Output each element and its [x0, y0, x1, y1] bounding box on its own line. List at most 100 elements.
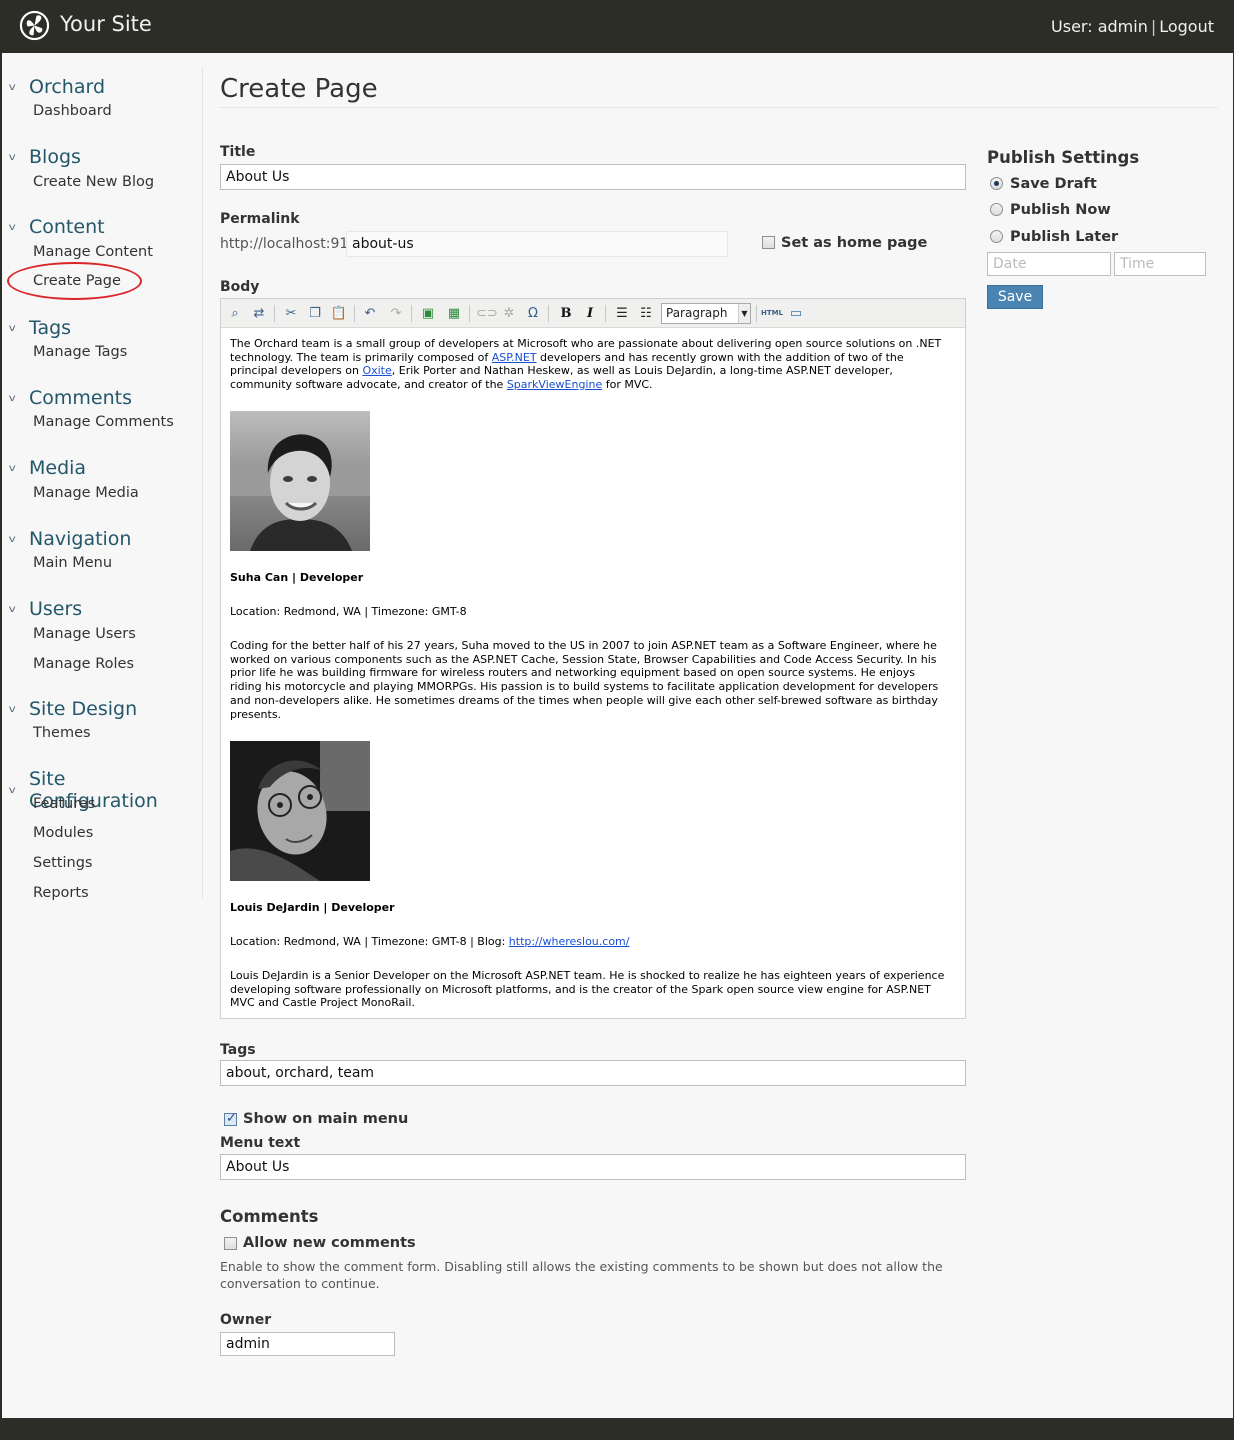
- title-input[interactable]: About Us: [220, 164, 966, 190]
- sidebar-item-manage-content[interactable]: Manage Content: [33, 244, 153, 260]
- sidebar-item-manage-comments[interactable]: Manage Comments: [33, 414, 174, 430]
- top-header: Your Site User: admin | Logout: [0, 0, 1234, 53]
- aspnet-link[interactable]: ASP.NET: [492, 351, 537, 364]
- publish-later-label: Publish Later: [1010, 229, 1119, 245]
- toolbar-separator: [274, 305, 275, 322]
- paste-icon[interactable]: 📋: [330, 305, 348, 322]
- comments-heading: Comments: [220, 1207, 319, 1226]
- bullet-list-icon[interactable]: ☷: [637, 305, 655, 322]
- cut-icon[interactable]: ✂: [282, 305, 300, 322]
- sidebar-item-themes[interactable]: Themes: [33, 725, 91, 741]
- title-divider: [220, 107, 1218, 108]
- sidebar-item-manage-users[interactable]: Manage Users: [33, 626, 136, 642]
- chevron-down-icon: v: [8, 703, 16, 715]
- tags-input[interactable]: about, orchard, team: [220, 1060, 966, 1086]
- nav-section-content: v Content: [9, 216, 105, 238]
- nav-heading[interactable]: v Tags: [8, 317, 71, 339]
- nav-heading[interactable]: v Content: [9, 216, 105, 238]
- nav-heading[interactable]: v Media: [9, 457, 86, 479]
- tags-label: Tags: [220, 1042, 256, 1058]
- format-select[interactable]: Paragraph ▼: [661, 303, 751, 324]
- louis-dejardin-bio: Louis DeJardin is a Senior Developer on …: [230, 969, 945, 1010]
- nav-section-orchard: v Orchard: [8, 76, 105, 98]
- show-on-main-menu-label: Show on main menu: [243, 1111, 409, 1127]
- unlink-icon[interactable]: ✲: [500, 305, 518, 322]
- show-on-main-menu-checkbox[interactable]: [224, 1111, 237, 1126]
- sidebar-item-create-new-blog[interactable]: Create New Blog: [33, 174, 154, 190]
- suha-can-name: Suha Can | Developer: [230, 571, 364, 584]
- replace-icon[interactable]: ⇄: [250, 305, 268, 322]
- permalink-input[interactable]: about-us: [346, 231, 728, 257]
- sidebar-item-dashboard[interactable]: Dashboard: [33, 103, 112, 119]
- save-button[interactable]: Save: [987, 285, 1043, 309]
- permalink-prefix: http://localhost:91/: [220, 236, 353, 252]
- nav-section-media: v Media: [9, 457, 86, 479]
- save-draft-label: Save Draft: [1010, 176, 1097, 192]
- suha-can-bio: Coding for the better half of his 27 yea…: [230, 639, 939, 721]
- nav-heading[interactable]: v Users: [9, 598, 83, 620]
- date-input[interactable]: Date: [987, 252, 1111, 276]
- chevron-down-icon: ▼: [738, 304, 750, 323]
- italic-icon[interactable]: I: [581, 305, 599, 322]
- logout-link[interactable]: Logout: [1159, 17, 1214, 36]
- sidebar-item-manage-roles[interactable]: Manage Roles: [33, 656, 134, 672]
- time-input[interactable]: Time: [1114, 252, 1206, 276]
- publish-now-radio[interactable]: [990, 203, 1003, 216]
- html-source-icon[interactable]: HTML: [761, 305, 783, 322]
- nav-heading[interactable]: v Blogs: [8, 146, 81, 168]
- chevron-down-icon: v: [8, 322, 16, 334]
- editor-toolbar: ⌕ ⇄ ✂ ❐ 📋 ↶ ↷ ▣ ▦ ⊂⊃ ✲ Ω B I ☰ ☷ Paragra…: [221, 299, 965, 328]
- nav-heading[interactable]: v Comments: [9, 387, 132, 409]
- format-select-value: Paragraph: [666, 306, 728, 320]
- home-page-checkbox[interactable]: [762, 236, 775, 249]
- comments-help-text: Enable to show the comment form. Disabli…: [220, 1259, 943, 1291]
- body-label: Body: [220, 279, 260, 295]
- bold-icon[interactable]: B: [557, 305, 575, 322]
- toolbar-separator: [756, 305, 757, 322]
- sidebar-item-features[interactable]: Features: [33, 796, 95, 812]
- sidebar-item-manage-tags[interactable]: Manage Tags: [33, 344, 127, 360]
- find-icon[interactable]: ⌕: [226, 305, 244, 322]
- highlight-circle: [7, 262, 142, 300]
- oxite-link[interactable]: Oxite: [362, 364, 391, 377]
- save-draft-radio[interactable]: [990, 177, 1003, 190]
- nav-heading[interactable]: v Orchard: [8, 76, 105, 98]
- rich-text-editor[interactable]: ⌕ ⇄ ✂ ❐ 📋 ↶ ↷ ▣ ▦ ⊂⊃ ✲ Ω B I ☰ ☷ Paragra…: [220, 298, 966, 1019]
- sparkviewengine-link[interactable]: SparkViewEngine: [507, 378, 602, 391]
- numbered-list-icon[interactable]: ☰: [613, 305, 631, 322]
- fullscreen-icon[interactable]: ▭: [787, 305, 805, 322]
- sidebar-item-modules[interactable]: Modules: [33, 825, 93, 841]
- special-character-icon[interactable]: Ω: [524, 305, 542, 322]
- sidebar-item-main-menu[interactable]: Main Menu: [33, 555, 112, 571]
- toolbar-separator: [548, 305, 549, 322]
- menu-text-input[interactable]: About Us: [220, 1154, 966, 1180]
- nav-section-tags: v Tags: [8, 317, 71, 339]
- chevron-down-icon: v: [8, 81, 16, 93]
- redo-icon[interactable]: ↷: [387, 305, 405, 322]
- insert-image-icon[interactable]: ▣: [419, 305, 437, 322]
- publish-later-radio[interactable]: [990, 230, 1003, 243]
- nav-section-site-design: v Site Design: [8, 698, 138, 720]
- nav-section-users: v Users: [9, 598, 83, 620]
- chevron-down-icon: v: [8, 151, 16, 163]
- user-bar: User: admin | Logout: [1051, 17, 1214, 36]
- intro-paragraph: The Orchard team is a small group of dev…: [230, 337, 942, 392]
- sidebar-item-settings[interactable]: Settings: [33, 855, 92, 871]
- nav-heading[interactable]: v Navigation: [9, 528, 132, 550]
- site-name[interactable]: Your Site: [60, 12, 152, 36]
- undo-icon[interactable]: ↶: [361, 305, 379, 322]
- blog-link[interactable]: http://whereslou.com/: [509, 935, 630, 948]
- allow-comments-checkbox[interactable]: [224, 1237, 237, 1250]
- owner-label: Owner: [220, 1312, 272, 1328]
- link-icon[interactable]: ⊂⊃: [476, 305, 498, 322]
- copy-icon[interactable]: ❐: [306, 305, 324, 322]
- owner-input[interactable]: admin: [220, 1332, 395, 1356]
- page-footer: [0, 1418, 1234, 1440]
- sidebar-item-reports[interactable]: Reports: [33, 885, 89, 901]
- sidebar-item-manage-media[interactable]: Manage Media: [33, 485, 139, 501]
- orchard-logo-icon[interactable]: [19, 10, 50, 41]
- publish-settings-heading: Publish Settings: [987, 148, 1140, 167]
- insert-media-icon[interactable]: ▦: [445, 305, 463, 322]
- louis-dejardin-location: Location: Redmond, WA | Timezone: GMT-8 …: [230, 935, 630, 948]
- nav-heading[interactable]: v Site Design: [8, 698, 138, 720]
